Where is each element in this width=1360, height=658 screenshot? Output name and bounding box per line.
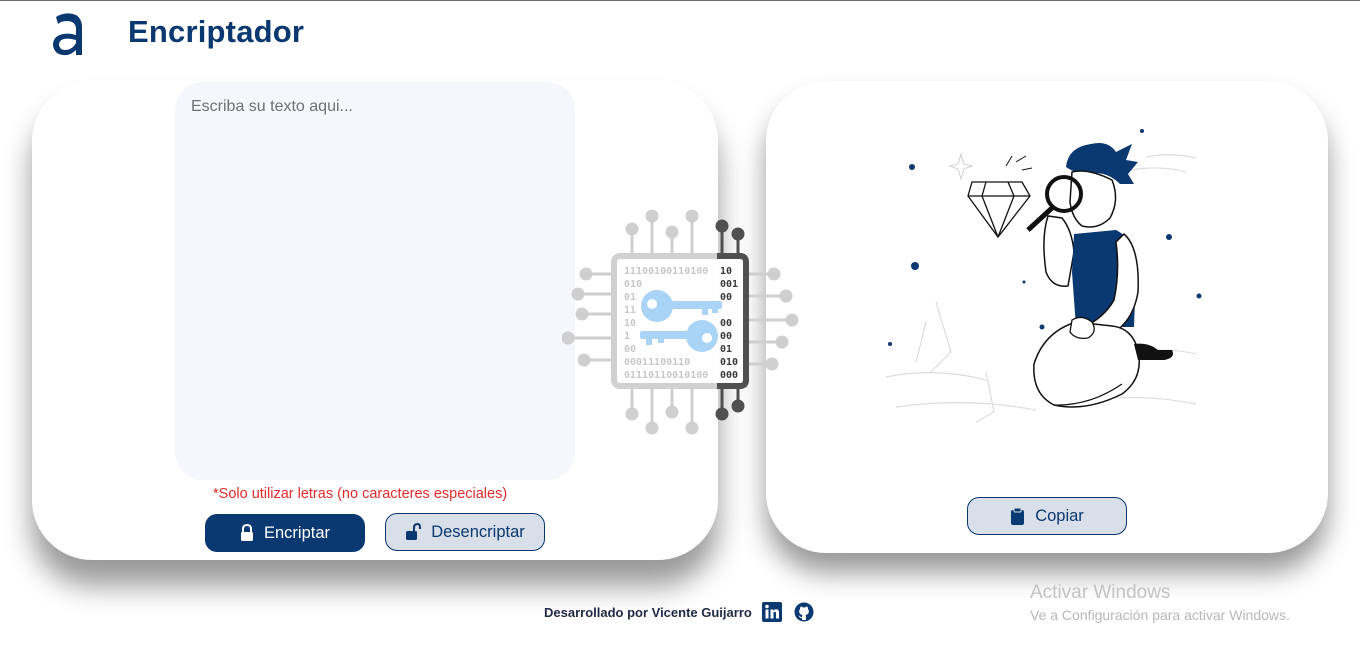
lock-icon xyxy=(240,524,253,541)
chip-text-row: 01110110010100 xyxy=(624,370,708,381)
clipboard-icon xyxy=(1011,507,1025,525)
alura-a-logo-icon xyxy=(53,13,82,56)
unlock-icon xyxy=(406,523,422,540)
encrypt-button-label: Encriptar xyxy=(263,523,331,542)
footer: Desarrollado por Vicente Guijarro xyxy=(544,602,814,622)
windows-activation-subtitle: Ve a Configuración para activar Windows. xyxy=(1030,607,1290,623)
chip-text-row: 11 xyxy=(624,305,636,316)
encryption-chip-icon: 11100100110100 010 01 11 10 1 00 0001110… xyxy=(562,209,799,435)
windows-activation-title: Activar Windows xyxy=(1030,582,1171,603)
chip-text-row: 010 xyxy=(624,279,642,290)
copy-button-label: Copiar xyxy=(1035,506,1084,525)
chip-text-row: 00011100110 xyxy=(624,357,690,368)
chip-digit: 00 xyxy=(720,331,732,342)
chip-digit: 00 xyxy=(720,318,732,329)
page-title: Encriptador xyxy=(128,14,305,49)
message-input[interactable] xyxy=(175,82,575,480)
chip-text-row: 1 xyxy=(624,331,630,342)
chip-digit: 00 xyxy=(720,292,732,303)
decrypt-button-label: Desencriptar xyxy=(431,522,525,541)
decrypt-button[interactable]: Desencriptar xyxy=(385,513,545,551)
chip-text-row: 11100100110100 xyxy=(624,266,708,277)
chip-digit: 01 xyxy=(720,344,732,355)
input-warning: *Solo utilizar letras (no caracteres esp… xyxy=(213,486,508,502)
footer-credit: Desarrollado por Vicente Guijarro xyxy=(544,604,752,620)
chip-text-row: 01 xyxy=(624,292,636,303)
github-icon[interactable] xyxy=(794,602,814,622)
chip-text-row: 00 xyxy=(624,344,636,355)
chip-digit: 010 xyxy=(720,357,738,368)
copy-button[interactable]: Copiar xyxy=(967,497,1127,535)
encrypt-button[interactable]: Encriptar xyxy=(205,514,365,552)
person-magnifier-illustration xyxy=(885,129,1202,423)
chip-digit: 000 xyxy=(720,370,738,381)
chip-text-row: 10 xyxy=(624,318,636,329)
chip-digit: 10 xyxy=(720,266,732,277)
linkedin-icon[interactable] xyxy=(761,602,782,622)
window-top-border xyxy=(0,0,1360,1)
chip-digit: 001 xyxy=(720,279,738,290)
